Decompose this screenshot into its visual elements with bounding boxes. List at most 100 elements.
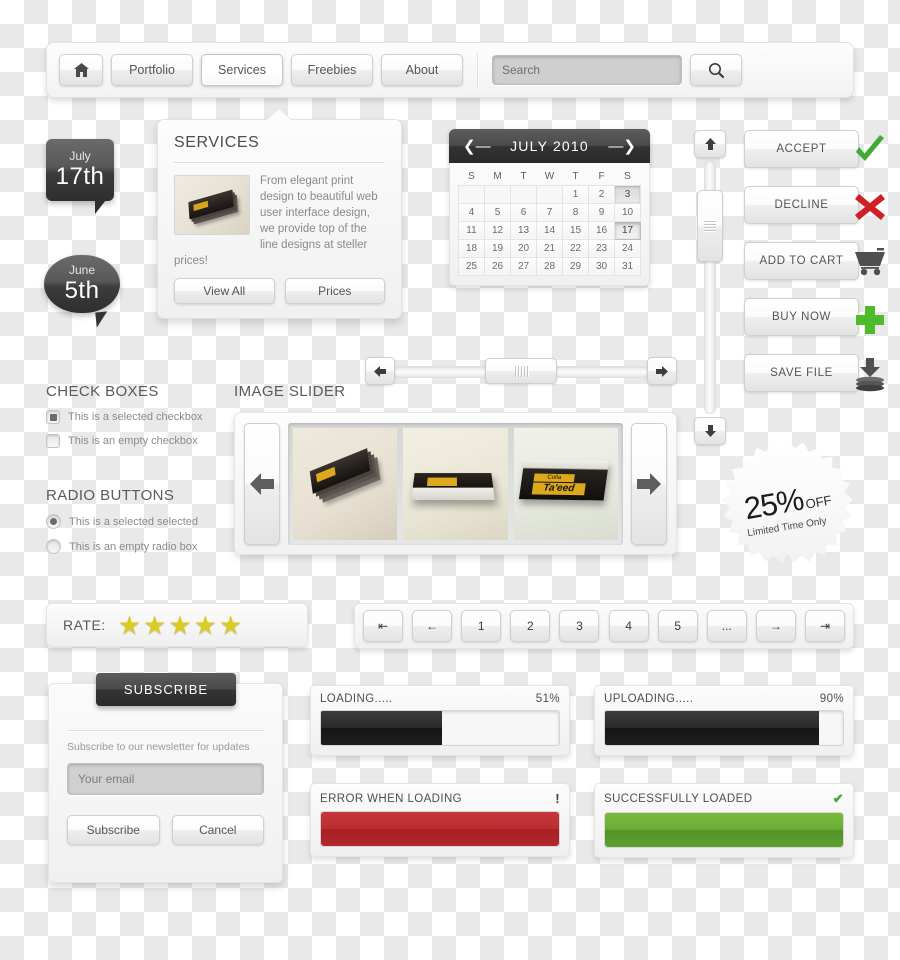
calendar-day-cell[interactable]: 16: [588, 220, 615, 240]
cross-icon: [851, 190, 889, 224]
decline-button[interactable]: DECLINE: [744, 186, 859, 224]
nav-item-portfolio[interactable]: Portfolio: [111, 54, 193, 86]
email-field[interactable]: [67, 763, 264, 795]
slider-image-2[interactable]: [403, 427, 508, 540]
slider-brand-label: Ta'eed: [531, 481, 586, 495]
checkbox-unchecked-icon[interactable]: [46, 434, 60, 448]
slider-image-3[interactable]: Ta'eed: [513, 427, 618, 540]
calendar-prev-button[interactable]: ❮—: [463, 137, 491, 155]
calendar-day-cell[interactable]: 2: [588, 184, 615, 204]
accept-button[interactable]: ACCEPT: [744, 130, 859, 168]
radio-row-selected[interactable]: This is a selected selected: [46, 514, 256, 529]
star-icon[interactable]: ★: [143, 612, 166, 638]
star-icon[interactable]: ★: [219, 612, 242, 638]
checkbox-checked-icon[interactable]: [46, 410, 60, 424]
slider-image-1[interactable]: [293, 427, 398, 540]
save-file-button[interactable]: SAVE FILE: [744, 354, 859, 392]
calendar-day-cell[interactable]: 4: [458, 202, 485, 222]
calendar-day-cell[interactable]: 27: [510, 256, 537, 276]
bubble-tail: [95, 311, 109, 328]
page-4-button[interactable]: 4: [608, 610, 649, 642]
calendar-day-cell[interactable]: [510, 184, 537, 204]
nav-home-button[interactable]: [59, 54, 103, 86]
calendar-day-cell[interactable]: 25: [458, 256, 485, 276]
checkbox-label: This is an empty checkbox: [68, 435, 198, 447]
calendar-day-cell[interactable]: 1: [562, 184, 589, 204]
radio-row-empty[interactable]: This is an empty radio box: [46, 539, 256, 554]
page-1-button[interactable]: 1: [461, 610, 502, 642]
plus-icon: [851, 302, 889, 336]
nav-item-freebies[interactable]: Freebies: [291, 54, 373, 86]
calendar-day-cell[interactable]: 24: [614, 238, 641, 258]
slider-prev-button[interactable]: [244, 422, 280, 545]
calendar-day-cell[interactable]: 6: [510, 202, 537, 222]
calendar-day-cell[interactable]: 22: [562, 238, 589, 258]
prev-page-button[interactable]: ←: [412, 610, 453, 642]
page-ellipsis-button[interactable]: ...: [706, 610, 747, 642]
calendar-day-cell[interactable]: 7: [536, 202, 563, 222]
view-all-button[interactable]: View All: [174, 278, 275, 304]
calendar-day-cell[interactable]: [484, 184, 511, 204]
calendar-day-cell[interactable]: 11: [458, 220, 485, 240]
calendar-day-cell[interactable]: 8: [562, 202, 589, 222]
vertical-scrollbar-thumb[interactable]: [697, 190, 723, 262]
nav-item-services[interactable]: Services: [201, 54, 283, 86]
calendar-day-cell[interactable]: [536, 184, 563, 204]
prices-button[interactable]: Prices: [284, 278, 385, 304]
calendar-day-cell[interactable]: 20: [510, 238, 537, 258]
calendar-day-cell[interactable]: 26: [484, 256, 511, 276]
star-icon[interactable]: ★: [168, 612, 191, 638]
calendar-day-cell[interactable]: 12: [484, 220, 511, 240]
horizontal-scrollbar[interactable]: [365, 357, 677, 387]
radio-unchecked-icon[interactable]: [46, 539, 61, 554]
calendar-day-cell[interactable]: 29: [562, 256, 589, 276]
rate-stars[interactable]: ★ ★ ★ ★ ★: [118, 612, 243, 638]
calendar-week-row: 25 26 27 28 29 30 31: [458, 256, 641, 276]
nav-item-about[interactable]: About: [381, 54, 463, 86]
calendar-day-cell[interactable]: 21: [536, 238, 563, 258]
calendar-day-cell[interactable]: 18: [458, 238, 485, 258]
calendar-day-cell[interactable]: 14: [536, 220, 563, 240]
next-page-button[interactable]: →: [755, 610, 796, 642]
star-icon[interactable]: ★: [194, 612, 217, 638]
calendar-day-cell[interactable]: 28: [536, 256, 563, 276]
first-page-button[interactable]: ⇤: [363, 610, 403, 642]
last-page-button[interactable]: ⇥: [804, 610, 845, 642]
calendar-day-cell[interactable]: 13: [510, 220, 537, 240]
calendar-day-cell[interactable]: 19: [484, 238, 511, 258]
cancel-button[interactable]: Cancel: [171, 815, 264, 845]
success-status-bar: SUCCESSFULLY LOADED ✔: [594, 783, 854, 858]
divider: [67, 730, 264, 731]
horizontal-scrollbar-thumb[interactable]: [485, 358, 557, 384]
checkbox-row-empty[interactable]: This is an empty checkbox: [46, 434, 256, 448]
calendar-day-cell[interactable]: 23: [588, 238, 615, 258]
scroll-up-button[interactable]: [694, 130, 726, 158]
buy-now-button[interactable]: BUY NOW: [744, 298, 859, 336]
calendar-day-cell[interactable]: 30: [588, 256, 615, 276]
calendar-day-cell[interactable]: [458, 184, 485, 204]
search-input[interactable]: [492, 55, 682, 85]
calendar-week-row: 4 5 6 7 8 9 10: [458, 202, 641, 222]
calendar-day-cell[interactable]: 15: [562, 220, 589, 240]
subscribe-button[interactable]: Subscribe: [67, 815, 160, 845]
calendar-day-cell[interactable]: 9: [588, 202, 615, 222]
vertical-scrollbar[interactable]: [694, 130, 726, 445]
calendar-next-button[interactable]: —❯: [608, 137, 636, 155]
page-3-button[interactable]: 3: [559, 610, 600, 642]
scroll-left-button[interactable]: [365, 357, 395, 385]
calendar-day-cell[interactable]: 31: [614, 256, 641, 276]
scroll-right-button[interactable]: [647, 357, 677, 385]
calendar-day-cell-selected[interactable]: 17: [614, 220, 641, 240]
checkbox-row-selected[interactable]: This is a selected checkbox: [46, 410, 256, 424]
radio-checked-icon[interactable]: [46, 514, 61, 529]
page-5-button[interactable]: 5: [657, 610, 698, 642]
calendar-day-cell[interactable]: 5: [484, 202, 511, 222]
search-button[interactable]: [690, 54, 742, 86]
star-icon[interactable]: ★: [118, 612, 141, 638]
slider-next-button[interactable]: [631, 422, 667, 545]
pagination: ⇤ ← 1 2 3 4 5 ... → ⇥: [354, 603, 854, 649]
calendar-day-cell-highlighted[interactable]: 3: [614, 184, 641, 204]
add-to-cart-button[interactable]: ADD TO CART: [744, 242, 859, 280]
page-2-button[interactable]: 2: [510, 610, 551, 642]
calendar-day-cell[interactable]: 10: [614, 202, 641, 222]
